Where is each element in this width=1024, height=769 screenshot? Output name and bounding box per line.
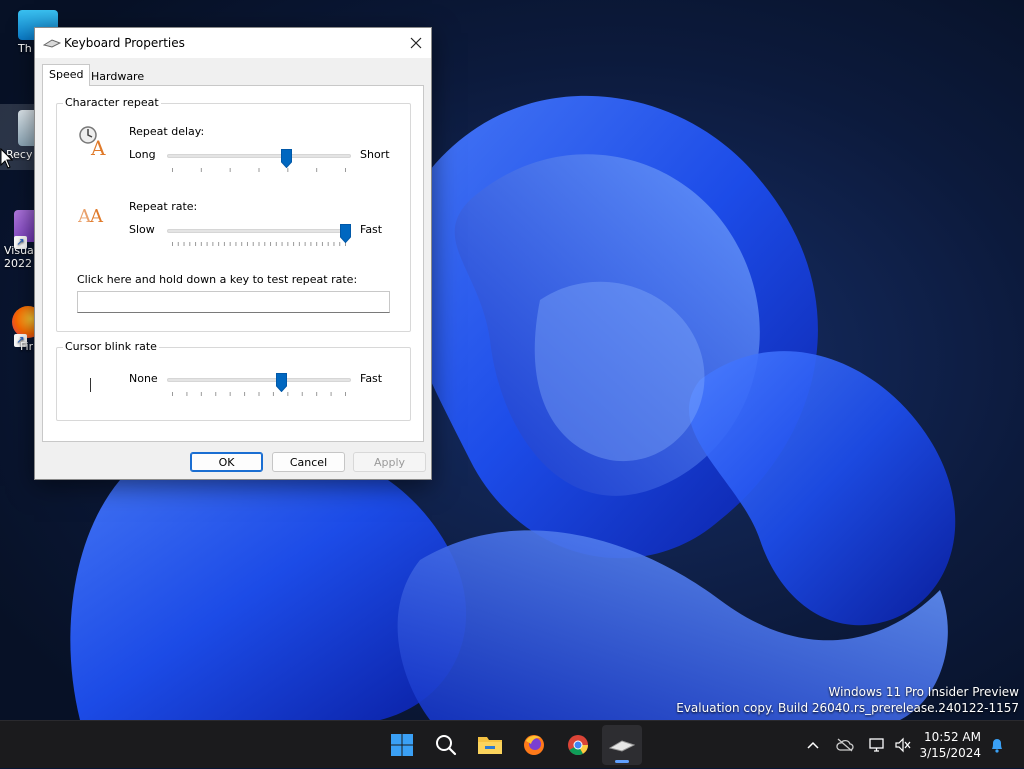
- chrome-taskbar-button[interactable]: [558, 725, 598, 765]
- taskbar-clock[interactable]: 10:52 AM 3/15/2024: [919, 729, 981, 761]
- active-window-indicator: [615, 760, 629, 763]
- clock-time: 10:52 AM: [924, 730, 981, 744]
- repeat-delay-label: Repeat delay:: [129, 125, 205, 138]
- repeat-rate-fast-label: Fast: [360, 223, 383, 236]
- firefox-icon: [524, 735, 544, 755]
- mouse-cursor-icon: [0, 148, 14, 169]
- windows-logo-icon: [391, 734, 413, 756]
- slider-thumb[interactable]: [275, 373, 287, 392]
- repeat-rate-slow-label: Slow: [129, 223, 155, 236]
- start-button[interactable]: [382, 725, 422, 765]
- cancel-button[interactable]: Cancel: [272, 452, 345, 472]
- onedrive-tray-button[interactable]: [834, 721, 856, 769]
- slider-thumb[interactable]: [281, 149, 293, 168]
- network-tray-button[interactable]: [866, 721, 888, 769]
- cursor-blink-title: Cursor blink rate: [63, 340, 159, 353]
- cursor-blink-fast-label: Fast: [360, 372, 383, 385]
- file-explorer-button[interactable]: [470, 725, 510, 765]
- volume-tray-button[interactable]: [892, 721, 914, 769]
- keyboard-icon: [43, 39, 61, 48]
- test-repeat-label: Click here and hold down a key to test r…: [77, 273, 358, 286]
- speed-tab-panel: Character repeat A Repeat delay: Long Sh…: [42, 85, 424, 442]
- repeat-rate-label: Repeat rate:: [129, 200, 198, 213]
- keyboard-properties-taskbar-button[interactable]: [602, 725, 642, 765]
- character-repeat-title: Character repeat: [63, 96, 161, 109]
- notifications-button[interactable]: [986, 721, 1008, 769]
- repeat-delay-short-label: Short: [360, 148, 390, 161]
- volume-muted-icon: [895, 737, 911, 753]
- clock-date: 3/15/2024: [919, 746, 981, 760]
- repeat-rate-icon: A A: [78, 206, 104, 226]
- svg-text:A: A: [89, 206, 104, 226]
- repeat-delay-long-label: Long: [129, 148, 156, 161]
- cursor-blink-none-label: None: [129, 372, 158, 385]
- cloud-offline-icon: [836, 738, 854, 752]
- slider-track: [167, 154, 351, 158]
- evaluation-watermark: Windows 11 Pro Insider Preview Evaluatio…: [676, 685, 1019, 715]
- tab-hardware[interactable]: Hardware: [85, 67, 150, 87]
- dialog-title: Keyboard Properties: [64, 36, 185, 50]
- apply-button[interactable]: Apply: [353, 452, 426, 472]
- slider-ticks: [172, 392, 346, 396]
- search-button[interactable]: [426, 725, 466, 765]
- keyboard-icon: [609, 740, 635, 752]
- title-bar[interactable]: Keyboard Properties: [35, 28, 431, 58]
- slider-ticks: [172, 168, 346, 172]
- chevron-up-icon: [807, 741, 819, 749]
- svg-text:A: A: [90, 136, 106, 157]
- character-repeat-group: Character repeat A Repeat delay: Long Sh…: [56, 96, 411, 332]
- bell-icon: [992, 739, 1002, 753]
- search-icon: [436, 735, 457, 756]
- chrome-icon: [568, 735, 589, 756]
- keyboard-properties-dialog: Keyboard Properties Character repeat A R…: [34, 27, 432, 480]
- close-icon: [410, 37, 422, 49]
- network-icon: [869, 738, 884, 752]
- cursor-preview-icon: [90, 378, 91, 392]
- close-button[interactable]: [401, 28, 431, 58]
- test-repeat-input[interactable]: [77, 291, 390, 313]
- show-hidden-icons-button[interactable]: [802, 721, 824, 769]
- tab-speed[interactable]: Speed: [42, 64, 91, 86]
- cursor-blink-group: Cursor blink rate None Fast: [56, 340, 411, 421]
- slider-track: [167, 229, 351, 233]
- repeat-delay-icon: A: [79, 126, 106, 157]
- slider-track: [167, 378, 351, 382]
- firefox-taskbar-button[interactable]: [514, 725, 554, 765]
- taskbar: 10:52 AM 3/15/2024: [0, 720, 1024, 768]
- slider-ticks: [172, 242, 346, 246]
- folder-icon: [478, 737, 502, 754]
- slider-thumb[interactable]: [340, 224, 351, 243]
- ok-button[interactable]: OK: [190, 452, 263, 472]
